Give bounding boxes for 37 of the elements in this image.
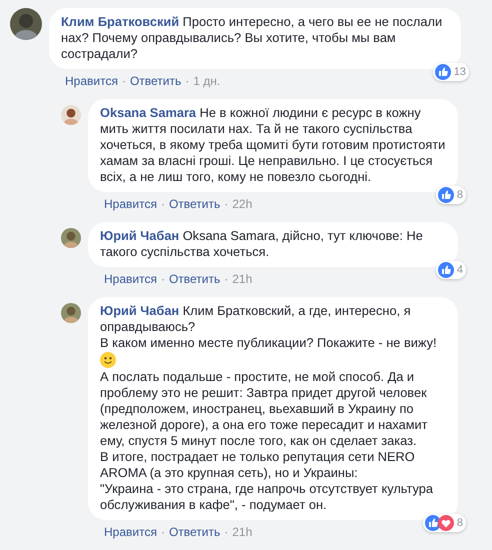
smiley-icon xyxy=(100,352,116,368)
separator-dot: · xyxy=(224,271,228,287)
comment-text: Клим Братковский Просто интересно, а чего вы ее не послали нах? Почему оправдывались? Вы хотите, чтобы мы вам сострадали? xyxy=(61,14,444,62)
comment-text: А послать подальше - простите, не мой способ. Да и проблему это не решит: Завтра придет другой человек (предположем, иностранец, вьехавший в Украину по железной дороге), а она его тоже пересадит и нахамит ему, спустя 5 минут после того, как он сделает заказ. xyxy=(100,369,429,449)
comment-text: "Украина - это страна, где напрочь отсутствует культура обслуживания в кафе", - подумает он. xyxy=(100,481,434,513)
meta-link[interactable]: Нравится xyxy=(65,73,118,89)
meta-link[interactable]: Нравится xyxy=(104,271,157,287)
avatar[interactable] xyxy=(61,228,81,248)
author-name[interactable]: Юрий Чабан xyxy=(100,303,180,318)
comment-text: Oksana Samara Не в кожної людини є ресурс в кожну мить життя посилати нах. Та й не такого суспільства хочеться, в якому треба щомиті бути готовим протистояти хамам за власні гроші. Це неправильно. І це стосується всіх, а не лиш того, кому не повезло сьогодні. xyxy=(100,105,446,185)
meta-link[interactable]: Ответить xyxy=(168,271,220,287)
meta-link[interactable]: Ответить xyxy=(130,73,182,89)
separator-dot: · xyxy=(224,524,228,540)
comment-text: Юрий Чабан Клим Братковский, а где, интересно, я оправдываюсь? xyxy=(100,303,412,335)
separator-dot: · xyxy=(224,196,228,212)
meta-link[interactable]: Ответить xyxy=(168,196,220,212)
count-text: 13 xyxy=(454,65,466,80)
meta-link[interactable]: Нравится xyxy=(104,196,157,212)
author-name[interactable]: Юрий Чабан xyxy=(100,228,180,243)
separator-dot: · xyxy=(160,524,165,540)
comment-text: Юрий Чабан Oksana Samara, дійсно, тут ключове: Не такого суспільства хочеться. xyxy=(100,228,424,260)
separator-dot: · xyxy=(122,73,126,89)
avatar[interactable] xyxy=(10,8,42,40)
author-name[interactable]: Клим Братковский xyxy=(61,14,180,29)
count-text: 8 xyxy=(456,516,463,531)
count-text: 8 xyxy=(456,188,463,203)
count-text: 4 xyxy=(456,263,463,278)
comment-text: В каком именно месте публикации? Покажите - не вижу! xyxy=(100,335,438,351)
separator-dot: · xyxy=(185,73,190,89)
avatar[interactable] xyxy=(61,303,81,323)
avatar[interactable] xyxy=(61,105,81,125)
meta-link[interactable]: Ответить xyxy=(168,524,220,540)
separator-dot: · xyxy=(160,196,165,212)
meta-link[interactable]: Нравится xyxy=(104,524,157,540)
author-name[interactable]: Oksana Samara xyxy=(100,105,196,120)
comment-text: В итоге, пострадает не только репутация сети NERO AROMA (а это крупная сеть), но и Украины: xyxy=(100,449,416,481)
separator-dot: · xyxy=(160,271,165,287)
